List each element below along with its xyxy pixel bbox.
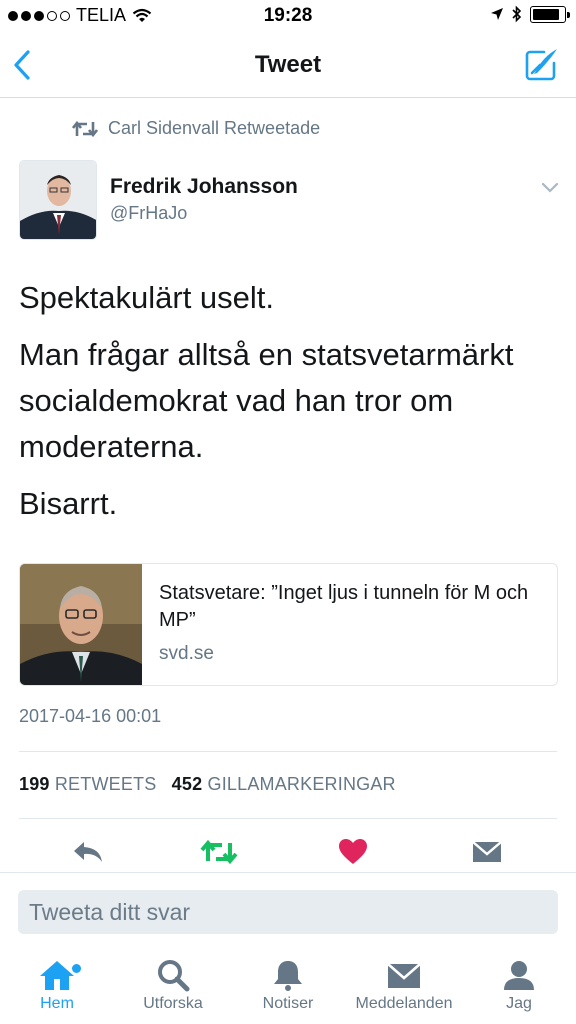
person-icon <box>504 961 534 990</box>
divider <box>19 751 557 752</box>
direct-message-button[interactable] <box>467 832 507 872</box>
retweeted-by-label: Carl Sidenvall Retweetade <box>108 118 321 138</box>
tab-explore[interactable]: Utforska <box>118 958 228 1013</box>
link-card-image <box>20 564 142 685</box>
avatar[interactable] <box>19 160 97 240</box>
author-name[interactable]: Fredrik Johansson <box>110 175 298 199</box>
retweeted-by[interactable]: Carl Sidenvall Retweetade <box>72 118 320 139</box>
retweet-icon <box>72 120 98 137</box>
tab-messages[interactable]: Meddelanden <box>343 958 465 1013</box>
status-icons <box>490 5 570 23</box>
likes-count: 452 <box>171 774 203 794</box>
status-bar: TELIA 19:28 <box>0 0 576 34</box>
link-card-domain: svd.se <box>159 643 214 664</box>
like-button[interactable] <box>333 832 373 872</box>
reply-button[interactable] <box>68 832 108 872</box>
link-card-title: Statsvetare: ”Inget ljus i tunneln för M… <box>159 582 529 631</box>
tab-label: Utforska <box>143 995 203 1012</box>
home-icon <box>40 961 74 990</box>
tab-me[interactable]: Jag <box>464 958 574 1013</box>
reply-input[interactable] <box>18 890 558 934</box>
tweet-paragraph: Spektakulärt uselt. <box>19 280 275 315</box>
author-handle[interactable]: @FrHaJo <box>110 203 187 224</box>
navigation-bar: Tweet <box>0 34 576 98</box>
likes-label: GILLAMARKERINGAR <box>207 774 396 794</box>
retweets-count: 199 <box>19 774 50 794</box>
divider <box>19 818 557 819</box>
unread-dot <box>72 964 81 973</box>
envelope-icon <box>473 841 501 862</box>
retweets-stat[interactable]: 199 RETWEETS <box>19 774 156 794</box>
retweets-label: RETWEETS <box>54 774 157 794</box>
retweet-icon <box>200 839 238 865</box>
bell-icon <box>274 961 302 991</box>
tab-label: Jag <box>506 995 532 1012</box>
tab-notifications[interactable]: Notiser <box>233 958 343 1013</box>
tweet-text: Spektakulärt uselt. Man frågar alltså en… <box>19 275 564 538</box>
chevron-down-icon[interactable] <box>540 180 560 194</box>
reply-bar <box>0 872 576 952</box>
heart-icon <box>339 839 367 864</box>
envelope-icon <box>387 963 421 988</box>
tab-home[interactable]: Hem <box>2 958 112 1013</box>
location-arrow-icon <box>491 8 503 20</box>
tweet-paragraph: Man frågar alltså en statsvetarmärkt soc… <box>19 337 514 464</box>
tweet-paragraph: Bisarrt. <box>19 486 118 521</box>
page-title: Tweet <box>254 51 322 78</box>
battery-icon <box>530 5 570 23</box>
tweet-timestamp: 2017-04-16 00:01 <box>19 706 162 726</box>
tweet-stats: 199 RETWEETS 452 GILLAMARKERINGAR <box>19 774 396 795</box>
compose-icon[interactable] <box>524 46 560 82</box>
tweet-actions <box>0 832 576 872</box>
search-icon <box>158 960 190 992</box>
link-card[interactable]: Statsvetare: ”Inget ljus i tunneln för M… <box>19 563 558 686</box>
likes-stat[interactable]: 452 GILLAMARKERINGAR <box>172 774 396 794</box>
tab-label: Meddelanden <box>355 995 453 1012</box>
tab-bar: Hem Utforska Notiser Meddelanden Jag <box>0 952 576 1024</box>
retweet-button[interactable] <box>199 832 239 872</box>
avatar-photo <box>20 161 96 239</box>
tab-label: Hem <box>40 995 74 1012</box>
tab-label: Notiser <box>262 995 314 1012</box>
bluetooth-icon <box>512 5 522 23</box>
reply-icon <box>74 842 102 862</box>
